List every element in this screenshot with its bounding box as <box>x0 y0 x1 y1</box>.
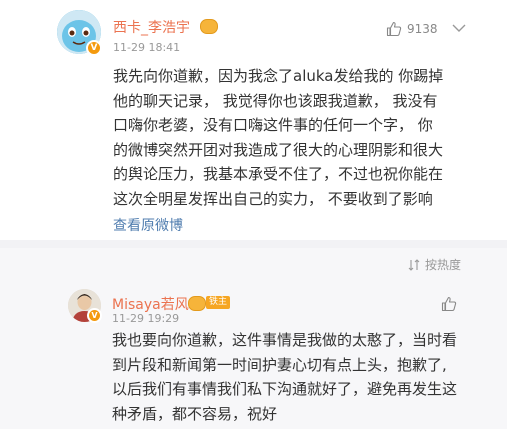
comment-line: 到片段和新闻第一时间护妻心切有点上头，抱歉了, <box>112 355 447 374</box>
sort-icon <box>408 258 420 271</box>
comment-username[interactable]: 西卡_李浩宇 <box>113 17 190 37</box>
comment-line: 的微博突然开团对我造成了很大的心理阴影和很大 <box>113 140 444 159</box>
vip-badge-icon <box>188 296 206 311</box>
sort-label: 按热度 <box>424 258 461 272</box>
comment-line: 种矛盾，都不容易，祝好 <box>112 404 278 423</box>
comment-line: 他的聊天记录， 我觉得你也该跟我道歉， 我没有 <box>113 91 438 110</box>
verified-v-icon: V <box>87 308 102 323</box>
comment-content: 我也要向你道歉，这件事情是我做的太憨了，当时看 到片段和新闻第一时间护妻心切有点… <box>112 328 457 426</box>
comment-line: 我先向你道歉，因为我念了aluka发给我的 你踢掉 <box>113 67 444 85</box>
comment-username[interactable]: Misaya若风 <box>112 294 189 314</box>
comment-line: 我也要向你道歉，这件事情是我做的太憨了，当时看 <box>112 331 458 349</box>
thumbs-up-icon <box>441 296 457 312</box>
like-button[interactable] <box>441 296 462 312</box>
thumbs-up-icon <box>386 21 402 37</box>
like-button[interactable]: 9138 <box>386 21 438 37</box>
comment-line: 口嗨你老婆，没有口嗨这件事的任何一个字， 你 <box>113 116 433 134</box>
verified-v-icon: V <box>86 40 102 56</box>
like-count: 9138 <box>407 22 438 36</box>
comment-line: 以后我们有事情我们私下沟通就好了，避免再发生这 <box>112 380 458 398</box>
comment-timestamp: 11-29 19:29 <box>112 312 180 325</box>
fan-badge: 铁主 <box>206 296 231 309</box>
section-divider <box>0 240 507 248</box>
chevron-down-icon[interactable] <box>452 23 466 33</box>
comment-content: 我先向你道歉，因为我念了aluka发给我的 你踢掉 他的聊天记录， 我觉得你也该… <box>113 64 443 211</box>
comment-line: 这次全明星发挥出自己的实力， 不要收到了影响 <box>113 189 433 208</box>
comment-line: 的舆论压力，我基本承受不住了，不过也祝你能在 <box>113 165 444 183</box>
view-original-weibo-link[interactable]: 查看原微博 <box>113 215 183 235</box>
comment-timestamp: 11-29 18:41 <box>113 41 181 54</box>
vip-badge-icon <box>200 19 218 34</box>
sort-by-hot-button[interactable]: 按热度 <box>408 256 461 273</box>
comment-card-1: V 西卡_李浩宇 11-29 18:41 9138 我先向你道歉，因为我念了al… <box>0 0 507 240</box>
